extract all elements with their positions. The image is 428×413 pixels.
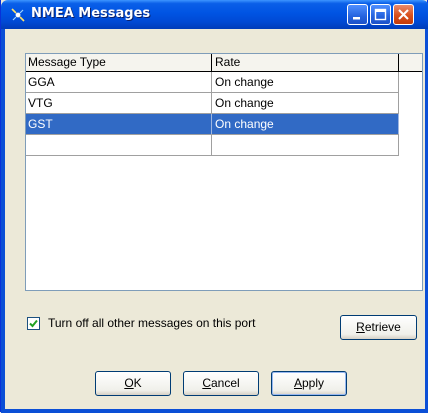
rate-cell[interactable]: On change <box>213 114 399 134</box>
window-title: NMEA Messages <box>31 6 151 21</box>
window-frame-bottom <box>1 409 428 413</box>
table-row[interactable]: GGA On change <box>26 72 399 93</box>
cancel-button[interactable]: Cancel <box>183 371 259 396</box>
close-icon <box>398 9 409 20</box>
retrieve-button[interactable]: Retrieve <box>340 315 417 340</box>
message-type-cell <box>26 135 212 155</box>
gps-satellite-icon <box>11 8 25 22</box>
rate-cell[interactable]: On change <box>213 93 399 113</box>
rate-cell[interactable]: On change <box>213 72 399 92</box>
title-bar[interactable]: NMEA Messages <box>1 0 428 29</box>
apply-label: pply <box>302 376 325 390</box>
cancel-mnemonic: C <box>202 376 211 390</box>
close-button[interactable] <box>393 4 414 25</box>
column-header-rate[interactable]: Rate <box>213 54 399 71</box>
retrieve-label: etrieve <box>364 320 401 334</box>
table-row[interactable]: VTG On change <box>26 93 399 114</box>
message-type-cell: GST <box>26 114 212 134</box>
dialog-client-area: Message Type Rate GGA On change VTG On c… <box>5 29 425 409</box>
minimize-button[interactable] <box>347 4 368 25</box>
ok-mnemonic: O <box>124 376 134 390</box>
nmea-messages-dialog: NMEA Messages Message Type Rate GGA On c… <box>0 0 428 413</box>
turn-off-others-checkbox[interactable] <box>27 317 40 330</box>
retrieve-mnemonic: R <box>356 320 365 334</box>
message-type-cell: GGA <box>26 72 212 92</box>
ok-label: K <box>133 376 142 390</box>
message-type-cell: VTG <box>26 93 212 113</box>
table-row-empty[interactable] <box>26 135 399 156</box>
maximize-button[interactable] <box>370 4 391 25</box>
ok-button[interactable]: OK <box>95 371 171 396</box>
cancel-label: ancel <box>210 376 240 390</box>
apply-button[interactable]: Apply <box>271 371 347 396</box>
message-list[interactable]: Message Type Rate GGA On change VTG On c… <box>25 53 423 291</box>
table-row-selected[interactable]: GST On change <box>26 114 399 135</box>
checkmark-icon <box>29 319 38 328</box>
minimize-icon <box>353 17 360 20</box>
list-header: Message Type Rate <box>26 54 422 72</box>
turn-off-others-label[interactable]: Turn off all other messages on this port <box>48 316 255 330</box>
column-header-message-type[interactable]: Message Type <box>26 54 212 71</box>
maximize-icon <box>374 8 387 21</box>
apply-mnemonic: A <box>293 376 302 390</box>
rate-cell[interactable] <box>213 135 399 155</box>
